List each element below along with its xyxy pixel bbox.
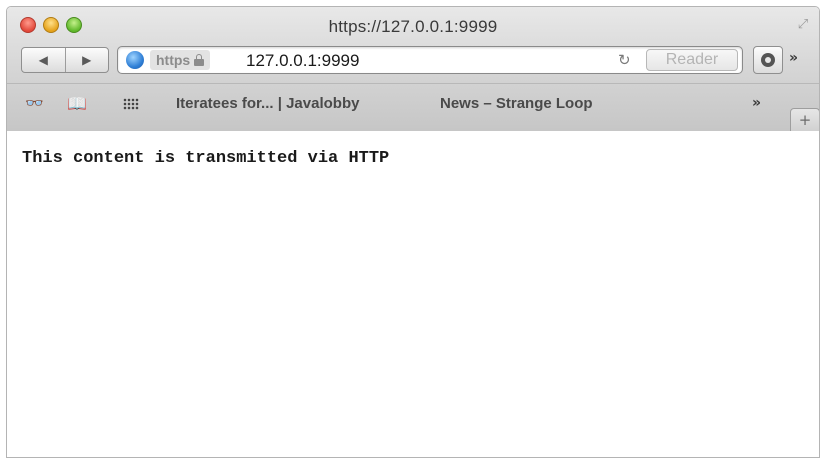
reading-list-icon[interactable]: 👓 (25, 94, 44, 112)
https-label: https (156, 52, 191, 68)
url-text[interactable]: 127.0.0.1:9999 (246, 51, 359, 71)
bookmarks-icon[interactable]: 📖 (67, 94, 87, 113)
title-bar: https://127.0.0.1:9999 ⤢ (7, 7, 819, 43)
reader-button[interactable]: Reader (646, 49, 738, 71)
back-arrow-icon: ◀ (38, 53, 48, 67)
globe-icon (126, 51, 144, 69)
address-bar[interactable]: https 127.0.0.1:9999 ↻ Reader (117, 46, 743, 74)
toolbar-overflow-icon[interactable]: » (789, 50, 798, 66)
toolbar: ◀ ▶ https 127.0.0.1:9999 ↻ Reader » (7, 43, 819, 83)
page-content: This content is transmitted via HTTP (7, 131, 819, 457)
bookmarks-overflow-icon[interactable]: » (752, 95, 761, 111)
fullscreen-icon[interactable]: ⤢ (795, 17, 811, 33)
lock-icon (194, 54, 205, 66)
forward-button[interactable]: ▶ (66, 48, 109, 72)
downloads-button[interactable] (753, 46, 783, 74)
browser-window: https://127.0.0.1:9999 ⤢ ◀ ▶ https 127.0… (6, 6, 820, 458)
bookmarks-bar: 👓 📖 Iteratees for... | Javalobby News – … (7, 83, 819, 132)
bookmark-link-iteratees[interactable]: Iteratees for... | Javalobby (176, 95, 359, 112)
page-body-text: This content is transmitted via HTTP (22, 149, 390, 168)
new-tab-button[interactable]: + (790, 108, 819, 132)
bookmark-link-strange-loop[interactable]: News – Strange Loop (440, 95, 593, 112)
reload-icon[interactable]: ↻ (618, 51, 631, 69)
window-title: https://127.0.0.1:9999 (328, 17, 498, 36)
https-badge[interactable]: https (150, 50, 211, 70)
back-forward-group: ◀ ▶ (21, 47, 109, 73)
top-sites-grid-icon[interactable] (123, 98, 139, 110)
back-button[interactable]: ◀ (22, 48, 66, 72)
forward-arrow-icon: ▶ (82, 53, 92, 67)
browser-chrome: https://127.0.0.1:9999 ⤢ ◀ ▶ https 127.0… (7, 7, 819, 132)
downloads-icon (761, 53, 775, 67)
